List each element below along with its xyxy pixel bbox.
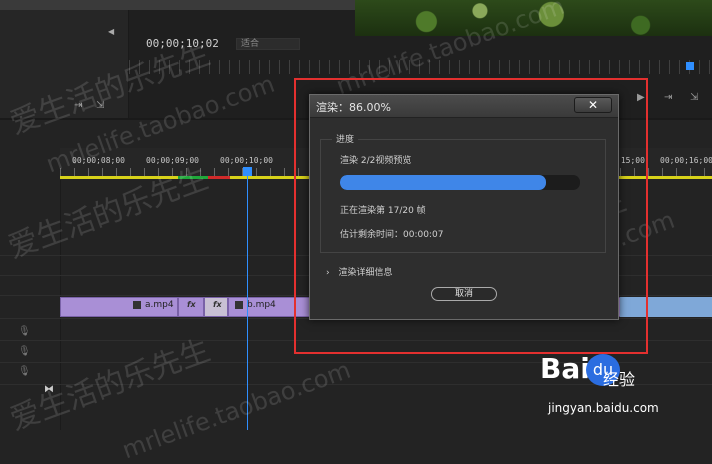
- time-remaining-text: 估计剩余时间：00:00:07: [340, 230, 444, 240]
- clip-fx-icon: [133, 300, 141, 309]
- video-preview-image: [355, 0, 712, 36]
- snap-icon[interactable]: ⧓: [44, 384, 54, 395]
- clip-a-label: a.mp4: [145, 300, 174, 310]
- ruler-tick-label: 00;00;10;00: [220, 156, 273, 165]
- fx-badge: fx: [187, 300, 196, 309]
- overwrite-icon[interactable]: ⇲: [96, 100, 104, 111]
- close-button[interactable]: ✕: [574, 97, 612, 113]
- playhead-timecode[interactable]: 00;00;10;02: [146, 37, 219, 50]
- expand-arrow-icon: ›: [326, 268, 330, 278]
- clip-a[interactable]: a.mp4: [60, 297, 178, 317]
- dialog-titlebar[interactable]: 渲染：86.00% ✕: [310, 95, 618, 118]
- render-details-label: 渲染详细信息: [338, 268, 393, 278]
- timeline-playhead[interactable]: [243, 167, 252, 176]
- progress-bar-fill: [340, 175, 547, 190]
- ruler-tick-label: 00;00;16;00: [660, 156, 712, 165]
- fx-badge: fx: [213, 300, 222, 309]
- frame-status-text: 正在渲染第 17/20 帧: [340, 206, 426, 216]
- zoom-fit-dropdown[interactable]: 适合: [236, 38, 300, 50]
- baidu-product-text: 经验: [603, 370, 636, 389]
- export-frame-icon[interactable]: ⇲: [690, 92, 698, 103]
- mic-icon[interactable]: 🎙: [18, 326, 31, 337]
- ruler-tick-label: 00;00;09;00: [146, 156, 199, 165]
- mic-icon[interactable]: 🎙: [18, 366, 31, 377]
- baidu-logo-text: Bai: [540, 352, 590, 385]
- transition-clip[interactable]: fx: [204, 297, 228, 317]
- render-dialog: 渲染：86.00% ✕ 进度 渲染 2/2视频预览 正在渲染第 17/20 帧 …: [309, 94, 619, 320]
- insert-icon[interactable]: ⇥: [74, 100, 82, 111]
- clip-fx-icon: [235, 300, 243, 309]
- baidu-url-text: jingyan.baidu.com: [548, 401, 659, 415]
- playhead-line: [247, 176, 248, 430]
- render-bar-rendered: [178, 176, 208, 179]
- progress-bar: [340, 175, 580, 190]
- transition-clip[interactable]: fx: [178, 297, 204, 317]
- panel-collapse-icon[interactable]: ◀: [108, 27, 114, 36]
- monitor-playhead[interactable]: [686, 62, 694, 70]
- monitor-time-ruler[interactable]: [129, 60, 712, 74]
- insert-edit-icon[interactable]: ⇥: [664, 92, 672, 103]
- render-details-toggle[interactable]: › 渲染详细信息: [326, 265, 393, 278]
- progress-group-label: 进度: [332, 132, 359, 145]
- render-bar-unrendered: [208, 176, 230, 179]
- dialog-title: 渲染：86.00%: [316, 101, 391, 114]
- clip-b-label: b.mp4: [247, 300, 276, 310]
- ruler-tick-label: 00;00;08;00: [72, 156, 125, 165]
- render-status-text: 渲染 2/2视频预览: [340, 156, 412, 166]
- cancel-button[interactable]: 取消: [431, 287, 497, 301]
- mic-icon[interactable]: 🎙: [18, 346, 31, 357]
